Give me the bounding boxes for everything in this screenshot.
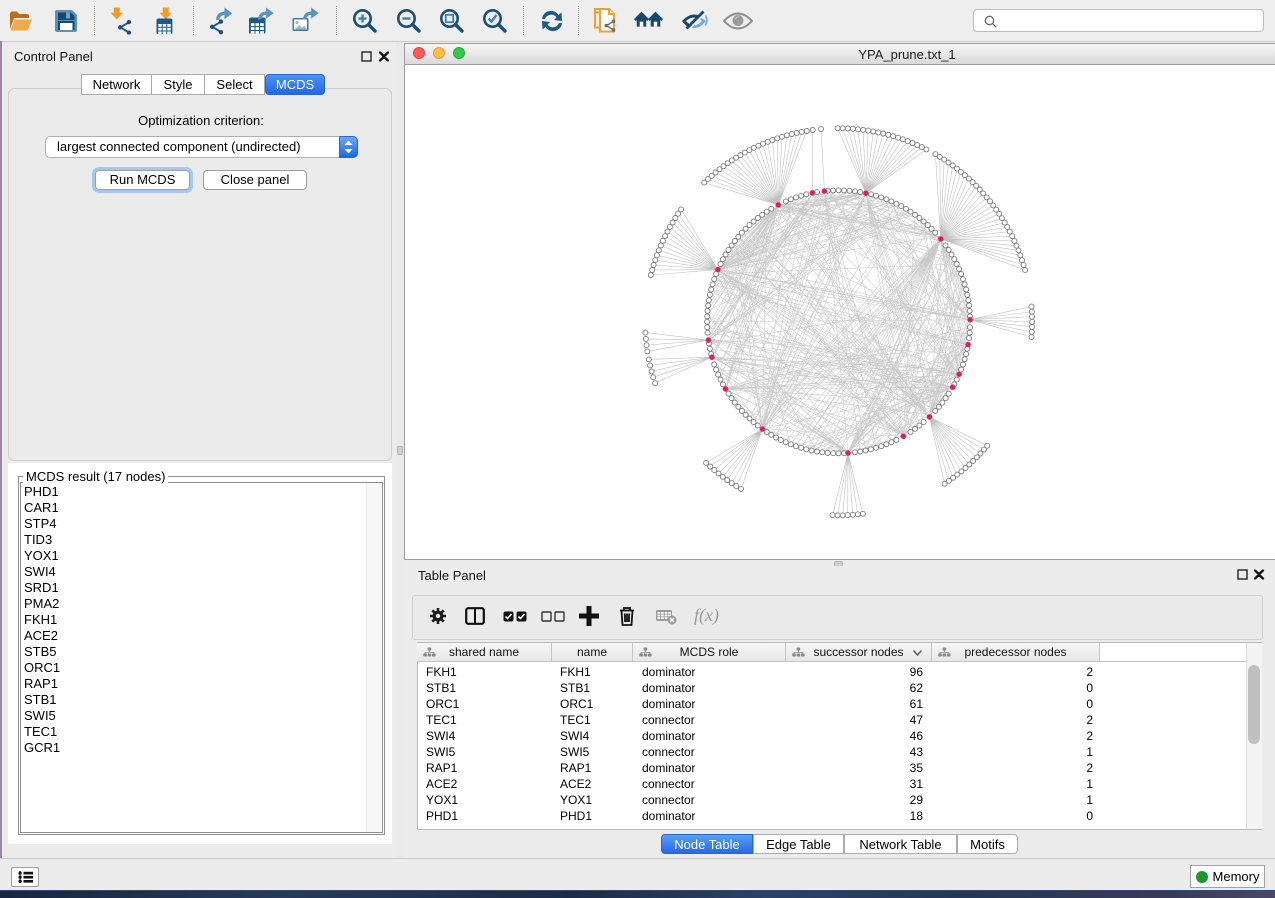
svg-text:f(x): f(x): [694, 606, 719, 626]
